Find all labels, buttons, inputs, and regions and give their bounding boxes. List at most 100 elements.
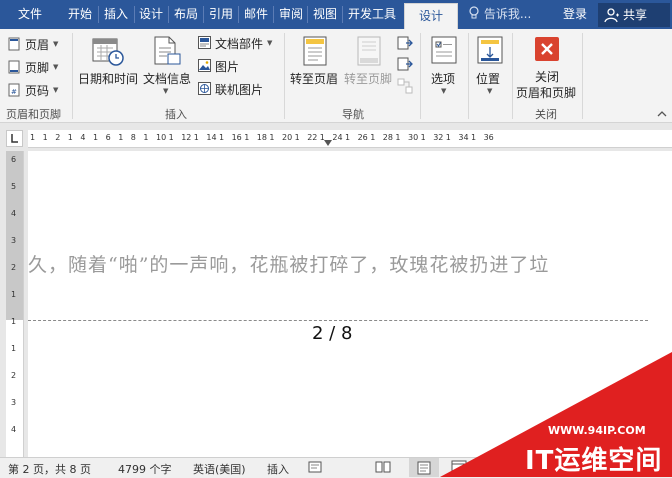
tab-home[interactable]: 开始: [64, 0, 96, 29]
options-button[interactable]: 选项 ▼: [424, 33, 464, 101]
footer-icon: [8, 60, 20, 74]
online-picture-button[interactable]: 联机图片: [198, 80, 270, 98]
header-label: 页眉: [25, 38, 50, 52]
status-bar: 第 2 页，共 8 页 4799 个字 英语(美国) 插入: [0, 457, 672, 478]
ruler-number: 1: [143, 133, 149, 142]
group-separator: [512, 33, 513, 119]
share-label: 共享: [623, 8, 648, 22]
tab-design[interactable]: 设计: [136, 0, 166, 29]
document-info-icon: [154, 36, 181, 65]
ruler-number: 18: [256, 133, 267, 142]
ruler-number: 24: [332, 133, 343, 142]
group-separator: [284, 33, 285, 119]
ruler-number: 20: [282, 133, 293, 142]
tab-header-footer-design[interactable]: 设计: [404, 3, 458, 30]
read-mode-icon[interactable]: [375, 460, 391, 477]
ruler-number: 1: [42, 133, 48, 142]
status-word-count[interactable]: 4799 个字: [118, 461, 172, 477]
tab-separator: [134, 6, 135, 23]
status-language[interactable]: 英语(美国): [193, 461, 246, 477]
next-section-button[interactable]: [397, 56, 415, 72]
ruler-number: 14: [206, 133, 217, 142]
tab-separator: [307, 6, 308, 23]
link-to-previous-button[interactable]: [397, 78, 415, 96]
tab-review[interactable]: 审阅: [275, 0, 307, 29]
ruler-number: 26: [357, 133, 368, 142]
header-button[interactable]: 页眉 ▼: [8, 35, 66, 53]
group-label-navigation: 导航: [342, 108, 364, 121]
ruler-number: 2: [55, 133, 61, 142]
tab-separator: [273, 6, 274, 23]
vertical-ruler[interactable]: 6 5 4 3 2 1 1 1 2 3 4: [6, 151, 24, 457]
share-button[interactable]: 共享: [598, 3, 670, 27]
tab-file[interactable]: 文件: [8, 0, 52, 29]
picture-button[interactable]: 图片: [198, 57, 258, 75]
ruler-number: 32: [433, 133, 444, 142]
goto-footer-button[interactable]: 转至页脚: [342, 33, 396, 101]
status-page-count[interactable]: 第 2 页，共 8 页: [8, 461, 91, 477]
tell-me-search[interactable]: 告诉我...: [468, 0, 531, 29]
dropdown-caret-icon: ▼: [53, 40, 59, 48]
ruler-number: 1: [395, 133, 401, 142]
goto-header-button[interactable]: 转至页眉: [288, 33, 342, 101]
ruler-number: 12: [181, 133, 192, 142]
goto-footer-label: 转至页脚: [344, 72, 393, 86]
page-number-button[interactable]: # 页码 ▼: [8, 81, 66, 99]
doc-parts-label: 文档部件: [215, 37, 264, 51]
macro-record-icon[interactable]: [308, 460, 322, 477]
doc-parts-button[interactable]: 文档部件 ▼: [198, 34, 278, 52]
dropdown-caret-icon: ▼: [53, 86, 59, 94]
tab-mailings[interactable]: 邮件: [240, 0, 272, 29]
web-layout-icon[interactable]: [451, 460, 467, 477]
link-icon: [397, 78, 413, 94]
document-page[interactable]: 久，随着“啪”的一声响，花瓶被打碎了，玫瑰花被扔进了垃 2 / 8: [28, 151, 672, 457]
ruler-number: 16: [231, 133, 242, 142]
collapse-ribbon-button[interactable]: [656, 105, 668, 117]
horizontal-ruler[interactable]: 1 1 2 1 4 1 6 1 8 1 10 1 12 1 14 1 16 1 18 1 20 1 22 1 24 1 26 1 28 1…: [28, 130, 672, 148]
position-icon: [477, 36, 503, 64]
previous-section-button[interactable]: [397, 35, 415, 51]
group-label-header-footer: 页眉和页脚: [6, 108, 61, 121]
tab-view[interactable]: 视图: [309, 0, 341, 29]
ruler-number: 34: [458, 133, 469, 142]
login-button[interactable]: 登录: [563, 0, 587, 29]
close-header-footer-button[interactable]: 关闭 页眉和页脚: [514, 33, 580, 101]
ruler-number: 1: [370, 133, 376, 142]
ruler-number: 3: [11, 398, 17, 407]
indent-marker-icon[interactable]: [324, 140, 332, 146]
ruler-number: 5: [11, 182, 17, 191]
ruler-number: 6: [11, 155, 17, 164]
ruler-number: 1: [93, 133, 99, 142]
dropdown-caret-icon: ▼: [267, 39, 273, 47]
close-label-line2: 页眉和页脚: [516, 86, 577, 100]
doc-info-button[interactable]: 文档信息 ▼: [140, 33, 194, 101]
ruler-number: 36: [483, 133, 494, 142]
ruler-number: 1: [420, 133, 426, 142]
tab-stop-selector[interactable]: [6, 130, 23, 147]
group-label-close: 关闭: [535, 108, 557, 121]
body-text[interactable]: 久，随着“啪”的一声响，花瓶被打碎了，玫瑰花被扔进了垃: [28, 250, 549, 277]
tab-references[interactable]: 引用: [205, 0, 237, 29]
ruler-number: 1: [11, 344, 17, 353]
online-picture-icon: [198, 82, 211, 95]
group-label-insert: 插入: [165, 108, 187, 121]
calendar-clock-icon: [92, 38, 124, 66]
ruler-number: 22: [307, 133, 318, 142]
ruler-number: 1: [269, 133, 275, 142]
date-time-button[interactable]: 日期和时间: [76, 33, 140, 101]
tab-insert[interactable]: 插入: [100, 0, 132, 29]
position-button[interactable]: 位置 ▼: [470, 33, 510, 101]
ruler-number: 4: [11, 425, 17, 434]
footer-button[interactable]: 页脚 ▼: [8, 58, 66, 76]
ruler-number: 4: [80, 133, 86, 142]
print-layout-icon[interactable]: [409, 458, 439, 477]
footer-page-number[interactable]: 2 / 8: [312, 323, 352, 344]
ruler-number: 8: [130, 133, 136, 142]
dropdown-caret-icon: ▼: [487, 87, 493, 95]
ruler-number: 2: [11, 371, 17, 380]
status-insert-mode[interactable]: 插入: [267, 461, 289, 477]
options-label: 选项: [431, 72, 456, 86]
tab-layout[interactable]: 布局: [170, 0, 202, 29]
tab-developer[interactable]: 开发工具: [344, 0, 400, 29]
dropdown-caret-icon: ▼: [441, 87, 447, 95]
